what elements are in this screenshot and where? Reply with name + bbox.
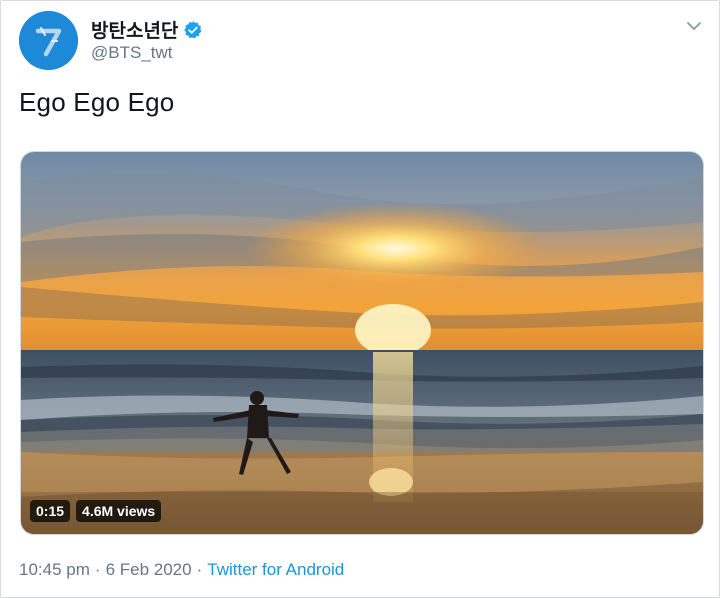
tweet-date[interactable]: 6 Feb 2020 [106,560,192,580]
verified-badge-icon [183,20,203,40]
tweet-metadata: 10:45 pm · 6 Feb 2020 · Twitter for Andr… [19,560,344,580]
tweet-source-link[interactable]: Twitter for Android [207,560,344,580]
display-name[interactable]: 방탄소년단 [91,16,178,43]
video-overlay-badges: 0:15 4.6M views [30,500,162,522]
avatar[interactable] [19,11,78,70]
video-thumbnail [21,152,703,534]
author-handle[interactable]: @BTS_twt [91,43,173,63]
tweet-time[interactable]: 10:45 pm [19,560,90,580]
tweet-text: Ego Ego Ego [19,87,175,117]
video-duration: 0:15 [30,500,71,522]
meta-separator: · [94,560,101,579]
video-views: 4.6M views [76,500,162,522]
video-player[interactable] [20,151,704,535]
author-name-row: 방탄소년단 [91,16,203,43]
tweet-card: 방탄소년단 @BTS_twt Ego Ego Ego 0:15 4.6M vie… [0,0,720,598]
meta-separator: · [196,560,203,579]
chevron-down-icon[interactable] [683,15,705,37]
bts-seven-logo-icon [19,11,78,70]
